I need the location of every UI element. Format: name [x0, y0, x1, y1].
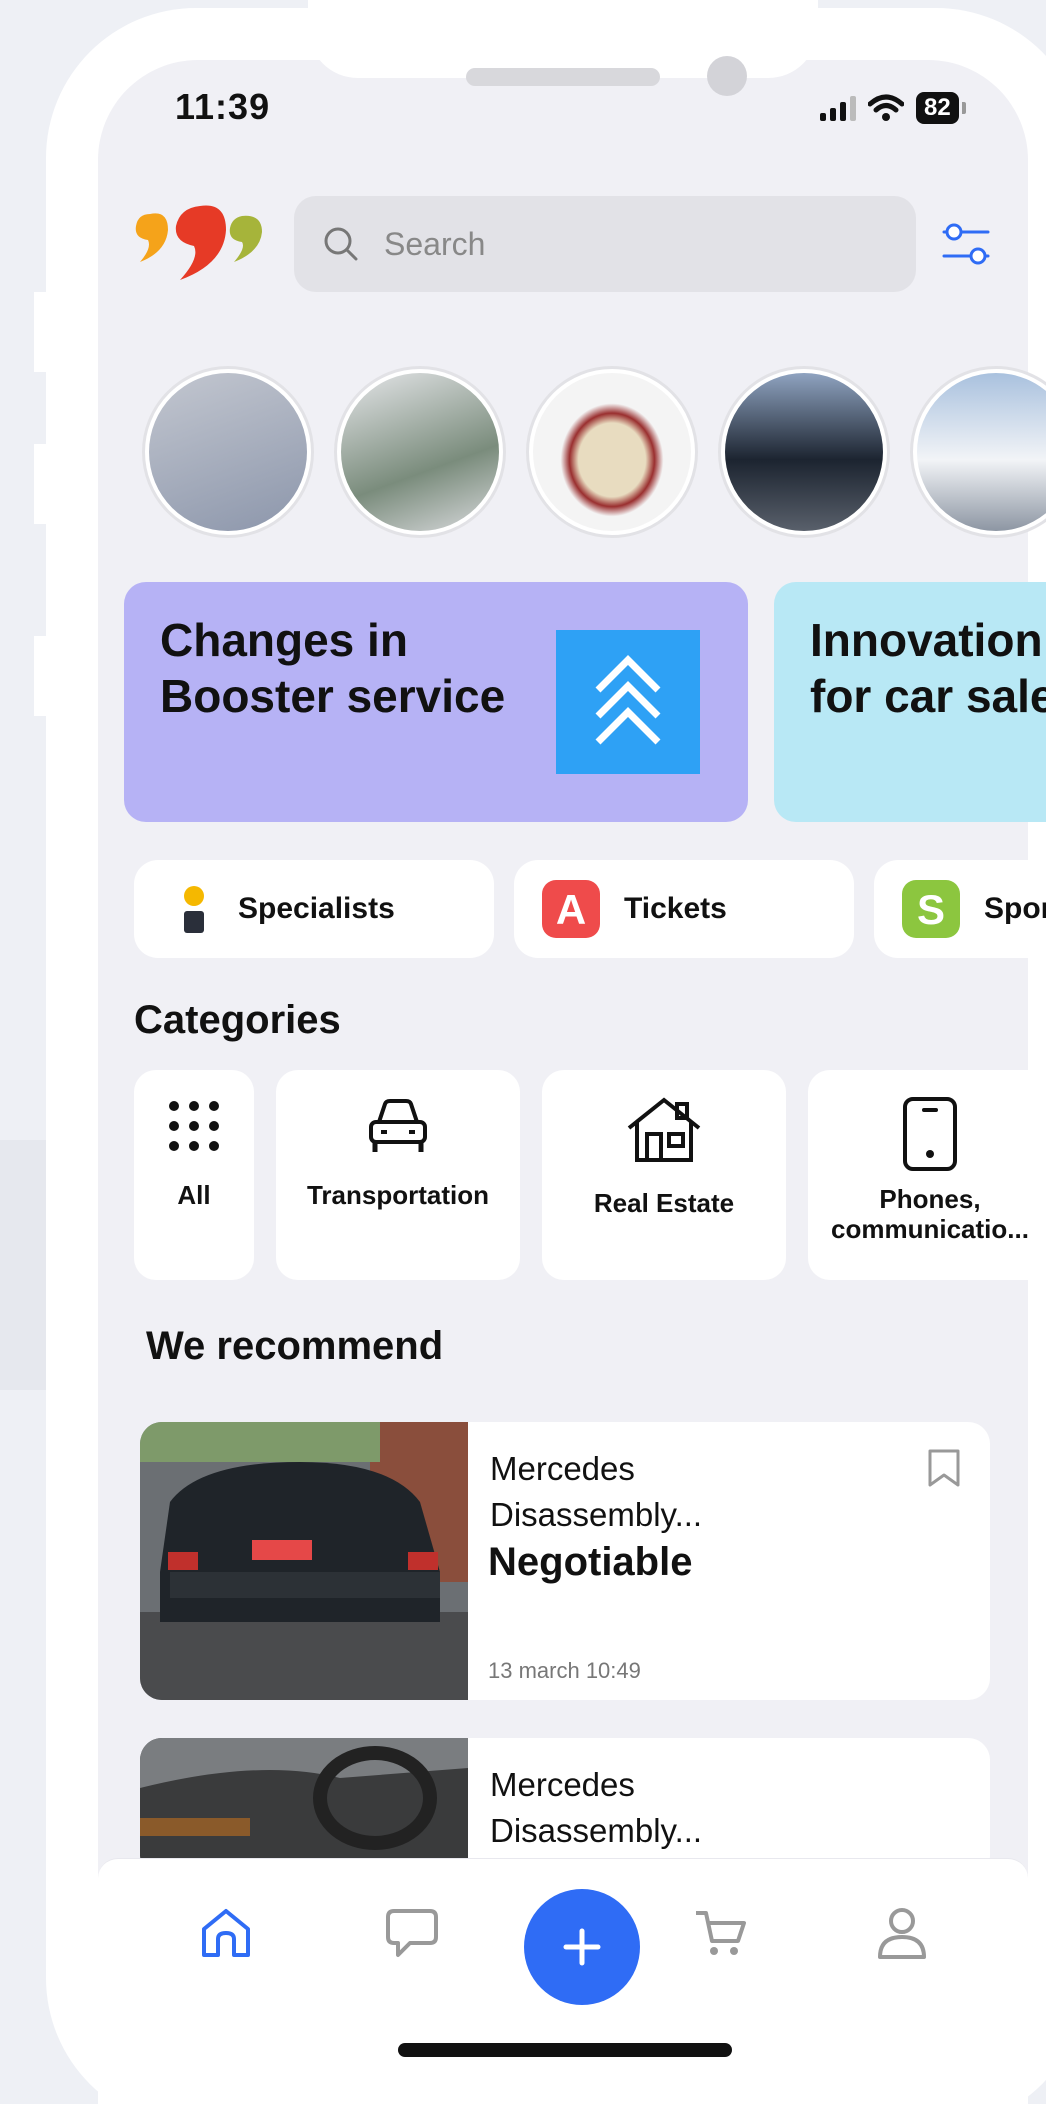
listing-date: 13 march 10:49	[488, 1658, 641, 1683]
search-input[interactable]: Search	[294, 196, 916, 292]
service-chips: Specialists A Tickets S Sport	[134, 860, 1046, 958]
battery-indicator: 82	[916, 92, 966, 124]
car-sale-banner[interactable]: Innovation for car sale	[774, 582, 1046, 822]
grid-dots-icon	[169, 1101, 219, 1151]
category-transportation[interactable]: Transportation	[276, 1070, 520, 1280]
category-real-estate[interactable]: Real Estate	[542, 1070, 786, 1280]
listing-title: Mercedes Disassembly...	[490, 1762, 910, 1854]
filter-icon[interactable]	[940, 218, 992, 270]
story-image	[917, 373, 1046, 531]
cart-icon[interactable]	[692, 1905, 748, 1961]
add-listing-button[interactable]	[524, 1889, 640, 2005]
story-item[interactable]	[910, 366, 1046, 538]
status-icons: 82	[820, 92, 966, 124]
listing-photo	[140, 1422, 468, 1700]
story-image	[725, 373, 883, 531]
banner-title-line: for car sale	[810, 670, 1046, 722]
categories-row: All Transportation Real Estate Phones, c…	[134, 1070, 1046, 1280]
svg-text:A: A	[556, 886, 586, 933]
chip-label: Tickets	[624, 892, 727, 925]
profile-icon[interactable]	[874, 1905, 930, 1961]
category-phones[interactable]: Phones, communicatio...	[808, 1070, 1046, 1280]
svg-text:S: S	[917, 886, 945, 933]
recommend-heading: We recommend	[146, 1324, 444, 1368]
story-item[interactable]	[526, 366, 698, 538]
car-icon	[369, 1099, 427, 1152]
categories-heading: Categories	[134, 998, 341, 1042]
chat-icon[interactable]	[384, 1905, 440, 1961]
listing-title-line: Disassembly...	[490, 1496, 703, 1533]
chip-sport[interactable]: S Sport	[874, 860, 1046, 958]
listing-card[interactable]: Mercedes Disassembly...	[140, 1738, 990, 1878]
listing-title: Mercedes Disassembly...	[490, 1446, 910, 1538]
search-placeholder: Search	[384, 225, 486, 262]
home-icon[interactable]	[198, 1905, 254, 1961]
category-label: Phones, communicatio...	[831, 1184, 1029, 1244]
stories-row	[142, 366, 1046, 538]
story-image	[533, 373, 691, 531]
house-icon	[627, 1097, 701, 1162]
listing-title-line: Disassembly...	[490, 1812, 703, 1849]
front-camera	[707, 56, 747, 96]
category-all[interactable]: All	[134, 1070, 254, 1280]
listing-price: Negotiable	[488, 1540, 693, 1584]
bookmark-icon[interactable]	[926, 1448, 962, 1488]
chip-tickets[interactable]: A Tickets	[514, 860, 854, 958]
speaker	[466, 68, 660, 86]
specialist-icon	[184, 886, 204, 933]
listing-title-line: Mercedes	[490, 1450, 635, 1487]
listing-card[interactable]: Mercedes Disassembly... Negotiable 13 ma…	[140, 1422, 990, 1700]
chip-label: Sport	[984, 892, 1046, 925]
plus-icon	[563, 1928, 601, 1966]
banner-title-line: Innovation	[810, 614, 1043, 666]
chip-specialists[interactable]: Specialists	[134, 860, 494, 958]
booster-banner[interactable]: Changes in Booster service	[124, 582, 748, 822]
listing-photo	[140, 1738, 468, 1878]
listing-title-line: Mercedes	[490, 1766, 635, 1803]
wifi-icon	[868, 94, 904, 121]
home-indicator	[398, 2043, 732, 2057]
sport-icon: S	[902, 880, 960, 938]
chip-label: Specialists	[238, 892, 395, 925]
story-item[interactable]	[718, 366, 890, 538]
category-label: All	[177, 1180, 211, 1210]
search-icon	[324, 227, 358, 261]
bottom-tab-bar	[98, 1858, 1028, 2104]
story-image	[341, 373, 499, 531]
status-time: 11:39	[175, 86, 271, 127]
booster-chevrons-icon	[556, 630, 700, 774]
story-item[interactable]	[142, 366, 314, 538]
category-label: Transportation	[306, 1180, 489, 1210]
signal-icon	[820, 95, 856, 121]
tickets-icon: A	[542, 880, 600, 938]
category-label: Real Estate	[593, 1188, 735, 1218]
story-item[interactable]	[334, 366, 506, 538]
story-image	[149, 373, 307, 531]
app-logo	[135, 205, 262, 280]
smartphone-icon	[903, 1097, 957, 1171]
